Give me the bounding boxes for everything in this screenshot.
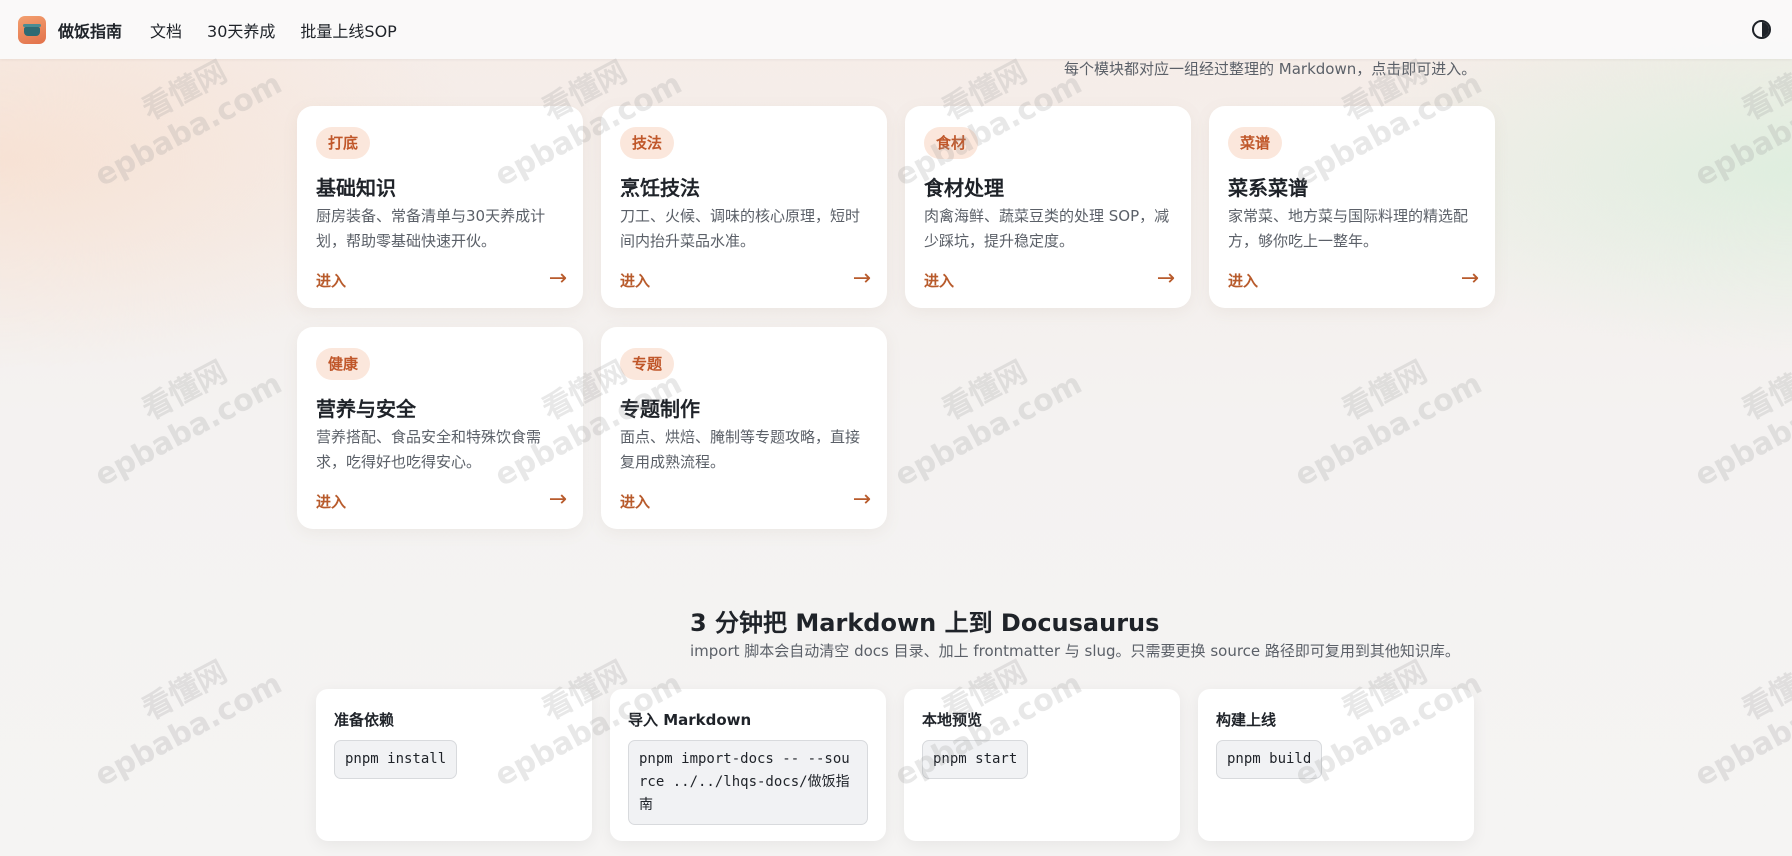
card-tag: 健康 — [316, 348, 371, 380]
card-enter-link[interactable]: 进入 — [316, 491, 346, 512]
module-card-health[interactable]: 健康 营养与安全 营养搭配、食品安全和特殊饮食需求，吃得好也吃得安心。 进入 → — [297, 327, 583, 529]
card-tag: 技法 — [620, 127, 675, 159]
step-card-build: 构建上线 pnpm build — [1198, 689, 1474, 841]
watermark: 看懂网 epbaba.com — [1689, 654, 1792, 794]
nav-link-batch-sop[interactable]: 批量上线SOP — [300, 18, 396, 42]
card-description: 厨房装备、常备清单与30天养成计划，帮助零基础快速开伙。 — [316, 207, 546, 250]
code-snippet[interactable]: pnpm build — [1216, 740, 1323, 779]
arrow-right-icon[interactable]: → — [853, 266, 871, 291]
card-tag: 打底 — [316, 127, 371, 159]
card-tag: 食材 — [924, 127, 979, 159]
step-title: 本地预览 — [922, 711, 983, 729]
code-snippet[interactable]: pnpm import-docs -- --source ../../lhqs-… — [628, 740, 868, 825]
card-tag: 专题 — [620, 348, 675, 380]
module-card-ingredients[interactable]: 食材 食材处理 肉禽海鲜、蔬菜豆类的处理 SOP，减少踩坑，提升稳定度。 进入 … — [905, 106, 1191, 308]
nav-link-docs[interactable]: 文档 — [150, 18, 182, 42]
module-card-techniques[interactable]: 技法 烹饪技法 刀工、火候、调味的核心原理，短时间内抬升菜品水准。 进入 → — [601, 106, 887, 308]
navbar: 做饭指南 文档 30天养成 批量上线SOP — [0, 0, 1792, 59]
step-title: 准备依赖 — [334, 711, 395, 729]
section-title: 3 分钟把 Markdown 上到 Docusaurus — [690, 609, 1160, 637]
card-description: 营养搭配、食品安全和特殊饮食需求，吃得好也吃得安心。 — [316, 428, 542, 471]
brand-title[interactable]: 做饭指南 — [58, 18, 122, 42]
card-title: 食材处理 — [924, 176, 1004, 200]
modules-intro-text: 每个模块都对应一组经过整理的 Markdown，点击即可进入。 — [1064, 60, 1477, 78]
card-title: 菜系菜谱 — [1228, 176, 1308, 200]
arrow-right-icon[interactable]: → — [549, 487, 567, 512]
card-enter-link[interactable]: 进入 — [924, 270, 954, 291]
card-enter-link[interactable]: 进入 — [316, 270, 346, 291]
card-title: 烹饪技法 — [620, 176, 700, 200]
card-title: 基础知识 — [316, 176, 396, 200]
code-snippet[interactable]: pnpm install — [334, 740, 458, 779]
arrow-right-icon[interactable]: → — [1157, 266, 1175, 291]
code-snippet[interactable]: pnpm start — [922, 740, 1029, 779]
watermark: 看懂网 epbaba.com — [889, 354, 1088, 494]
card-enter-link[interactable]: 进入 — [620, 270, 650, 291]
module-card-basics[interactable]: 打底 基础知识 厨房装备、常备清单与30天养成计划，帮助零基础快速开伙。 进入 … — [297, 106, 583, 308]
watermark: 看懂网 epbaba.com — [1289, 354, 1488, 494]
watermark: 看懂网 epbaba.com — [1689, 354, 1792, 494]
card-description: 面点、烘焙、腌制等专题攻略，直接复用成熟流程。 — [620, 428, 861, 471]
theme-toggle-icon[interactable] — [1752, 20, 1771, 39]
step-card-preview: 本地预览 pnpm start — [904, 689, 1180, 841]
card-description: 肉禽海鲜、蔬菜豆类的处理 SOP，减少踩坑，提升稳定度。 — [924, 207, 1170, 250]
step-title: 构建上线 — [1216, 711, 1277, 729]
card-description: 家常菜、地方菜与国际料理的精选配方，够你吃上一整年。 — [1228, 207, 1469, 250]
module-card-recipes[interactable]: 菜谱 菜系菜谱 家常菜、地方菜与国际料理的精选配方，够你吃上一整年。 进入 → — [1209, 106, 1495, 308]
step-card-import: 导入 Markdown pnpm import-docs -- --source… — [610, 689, 886, 841]
watermark: 看懂网 epbaba.com — [89, 354, 288, 494]
card-enter-link[interactable]: 进入 — [620, 491, 650, 512]
arrow-right-icon[interactable]: → — [853, 487, 871, 512]
module-card-special-topics[interactable]: 专题 专题制作 面点、烘焙、腌制等专题攻略，直接复用成熟流程。 进入 → — [601, 327, 887, 529]
cooking-pot-logo-icon[interactable] — [18, 15, 46, 44]
card-description: 刀工、火候、调味的核心原理，短时间内抬升菜品水准。 — [620, 207, 861, 250]
nav-link-30-days[interactable]: 30天养成 — [207, 18, 275, 42]
step-title: 导入 Markdown — [628, 711, 752, 729]
arrow-right-icon[interactable]: → — [549, 266, 567, 291]
arrow-right-icon[interactable]: → — [1461, 266, 1479, 291]
card-title: 营养与安全 — [316, 397, 416, 421]
section-subtitle: import 脚本会自动清空 docs 目录、加上 frontmatter 与 … — [690, 642, 1460, 660]
card-tag: 菜谱 — [1228, 127, 1283, 159]
step-card-install: 准备依赖 pnpm install — [316, 689, 592, 841]
card-enter-link[interactable]: 进入 — [1228, 270, 1258, 291]
watermark: 看懂网 epbaba.com — [89, 654, 288, 794]
card-title: 专题制作 — [620, 397, 700, 421]
